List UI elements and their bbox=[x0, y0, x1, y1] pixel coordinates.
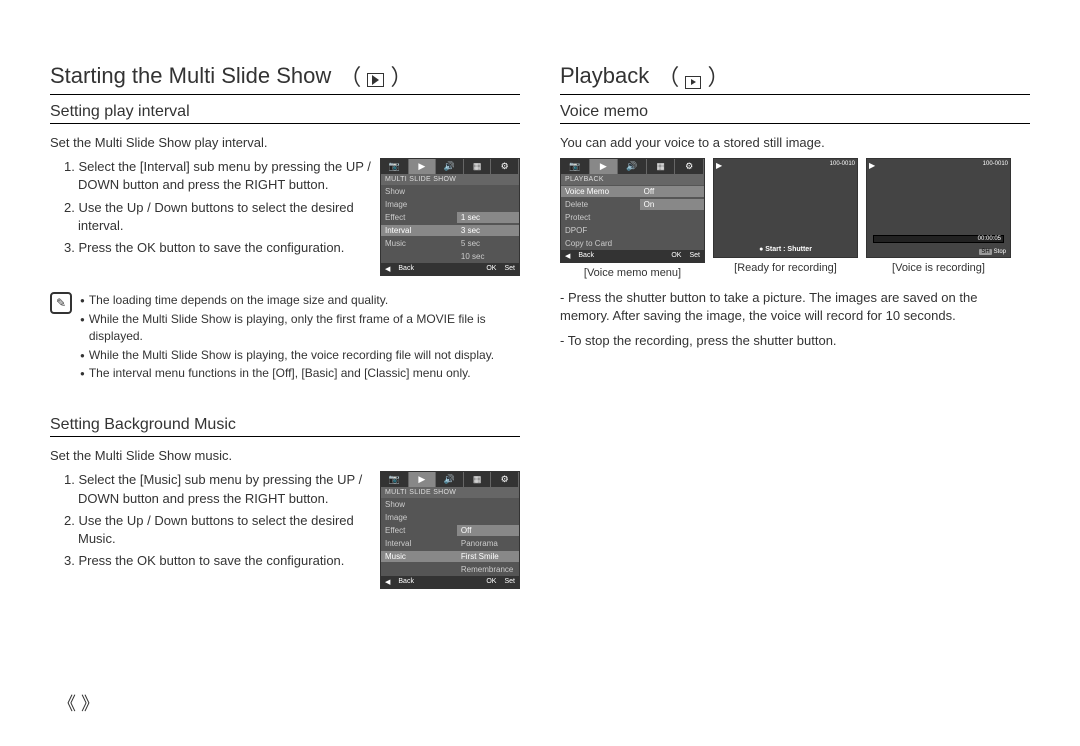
cam-tab-icon: 🔊 bbox=[436, 159, 464, 174]
after-note: - To stop the recording, press the shutt… bbox=[560, 332, 1030, 350]
cam-tab-icon: 📷 bbox=[381, 472, 409, 487]
camera-screen-music: 📷 ▶ 🔊 ▦ ⚙ MULTI SLIDE SHOW Show Image Ef… bbox=[380, 471, 520, 589]
cam-tab-icon: 📷 bbox=[561, 159, 590, 174]
preview-recording: ▶ 100-0010 00:00:05 SH Stop [Voice is re… bbox=[866, 158, 1011, 279]
note: The interval menu functions in the [Off]… bbox=[89, 365, 471, 382]
interval-intro: Set the Multi Slide Show play interval. bbox=[50, 134, 520, 152]
cam-tab-icon: ▶ bbox=[409, 472, 437, 487]
after-note: - Press the shutter button to take a pic… bbox=[560, 289, 1030, 325]
play-icon: ▶ bbox=[869, 161, 875, 170]
note: The loading time depends on the image si… bbox=[89, 292, 388, 309]
cam-tab-icon: ▦ bbox=[464, 472, 492, 487]
cam-tab-icon: 📷 bbox=[381, 159, 409, 174]
note-icon: ✎ bbox=[50, 292, 72, 314]
right-column: Playback （ ） Voice memo You can add your… bbox=[560, 60, 1030, 589]
cam-tab-icon: ▦ bbox=[464, 159, 492, 174]
recording-bar: 00:00:05 bbox=[873, 235, 1004, 243]
section-title-slideshow: Starting the Multi Slide Show （ ） bbox=[50, 60, 520, 95]
cam-header: PLAYBACK bbox=[561, 174, 704, 185]
music-steps: 1. Select the [Music] sub menu by pressi… bbox=[50, 471, 372, 574]
cam-tab-icon: ▶ bbox=[590, 159, 619, 174]
music-intro: Set the Multi Slide Show music. bbox=[50, 447, 520, 465]
voicememo-intro: You can add your voice to a stored still… bbox=[560, 134, 1030, 152]
subtitle-music: Setting Background Music bbox=[50, 416, 520, 437]
cam-tab-icon: ⚙ bbox=[675, 159, 704, 174]
cam-tab-icon: 🔊 bbox=[618, 159, 647, 174]
title-text: Playback bbox=[560, 63, 649, 89]
cam-tab-icon: ⚙ bbox=[491, 472, 519, 487]
file-indicator: 100-0010 bbox=[830, 161, 855, 167]
file-indicator: 100-0010 bbox=[983, 161, 1008, 167]
note-box: ✎ The loading time depends on the image … bbox=[50, 292, 520, 384]
preview-label: [Ready for recording] bbox=[713, 262, 858, 274]
cam-tab-icon: 🔊 bbox=[436, 472, 464, 487]
slideshow-icon: （ ） bbox=[339, 60, 412, 92]
step: 2. Use the Up / Down buttons to select t… bbox=[64, 199, 372, 235]
section-title-playback: Playback （ ） bbox=[560, 60, 1030, 95]
sh-stop: SH Stop bbox=[979, 249, 1006, 255]
start-shutter-label: ● Start : Shutter bbox=[714, 246, 857, 253]
step: 3. Press the OK button to save the confi… bbox=[64, 239, 372, 257]
step: 2. Use the Up / Down buttons to select t… bbox=[64, 512, 372, 548]
cam-header: MULTI SLIDE SHOW bbox=[381, 174, 519, 185]
recording-time: 00:00:05 bbox=[978, 236, 1001, 242]
camera-screen-interval: 📷 ▶ 🔊 ▦ ⚙ MULTI SLIDE SHOW Show Image Ef… bbox=[380, 158, 520, 276]
step: 1. Select the [Interval] sub menu by pre… bbox=[64, 158, 372, 194]
page-marks: 《 》 bbox=[58, 690, 99, 716]
step: 1. Select the [Music] sub menu by pressi… bbox=[64, 471, 372, 507]
left-column: Starting the Multi Slide Show （ ） Settin… bbox=[50, 60, 520, 589]
subtitle-voicememo: Voice memo bbox=[560, 103, 1030, 124]
note: While the Multi Slide Show is playing, o… bbox=[89, 311, 520, 345]
note: While the Multi Slide Show is playing, t… bbox=[89, 347, 494, 364]
cam-tab-icon: ▶ bbox=[409, 159, 437, 174]
cam-header: MULTI SLIDE SHOW bbox=[381, 487, 519, 498]
interval-steps: 1. Select the [Interval] sub menu by pre… bbox=[50, 158, 372, 261]
cam-tab-icon: ▦ bbox=[647, 159, 676, 174]
preview-label: [Voice is recording] bbox=[866, 262, 1011, 274]
preview-label: [Voice memo menu] bbox=[560, 267, 705, 279]
subtitle-interval: Setting play interval bbox=[50, 103, 520, 124]
title-text: Starting the Multi Slide Show bbox=[50, 63, 331, 89]
play-icon: ▶ bbox=[716, 161, 722, 170]
preview-ready: ▶ 100-0010 ● Start : Shutter [Ready for … bbox=[713, 158, 858, 279]
preview-menu: 📷 ▶ 🔊 ▦ ⚙ PLAYBACK Voice MemoOff DeleteO… bbox=[560, 158, 705, 279]
step: 3. Press the OK button to save the confi… bbox=[64, 552, 372, 570]
cam-tab-icon: ⚙ bbox=[491, 159, 519, 174]
playback-icon: （ ） bbox=[657, 60, 729, 92]
